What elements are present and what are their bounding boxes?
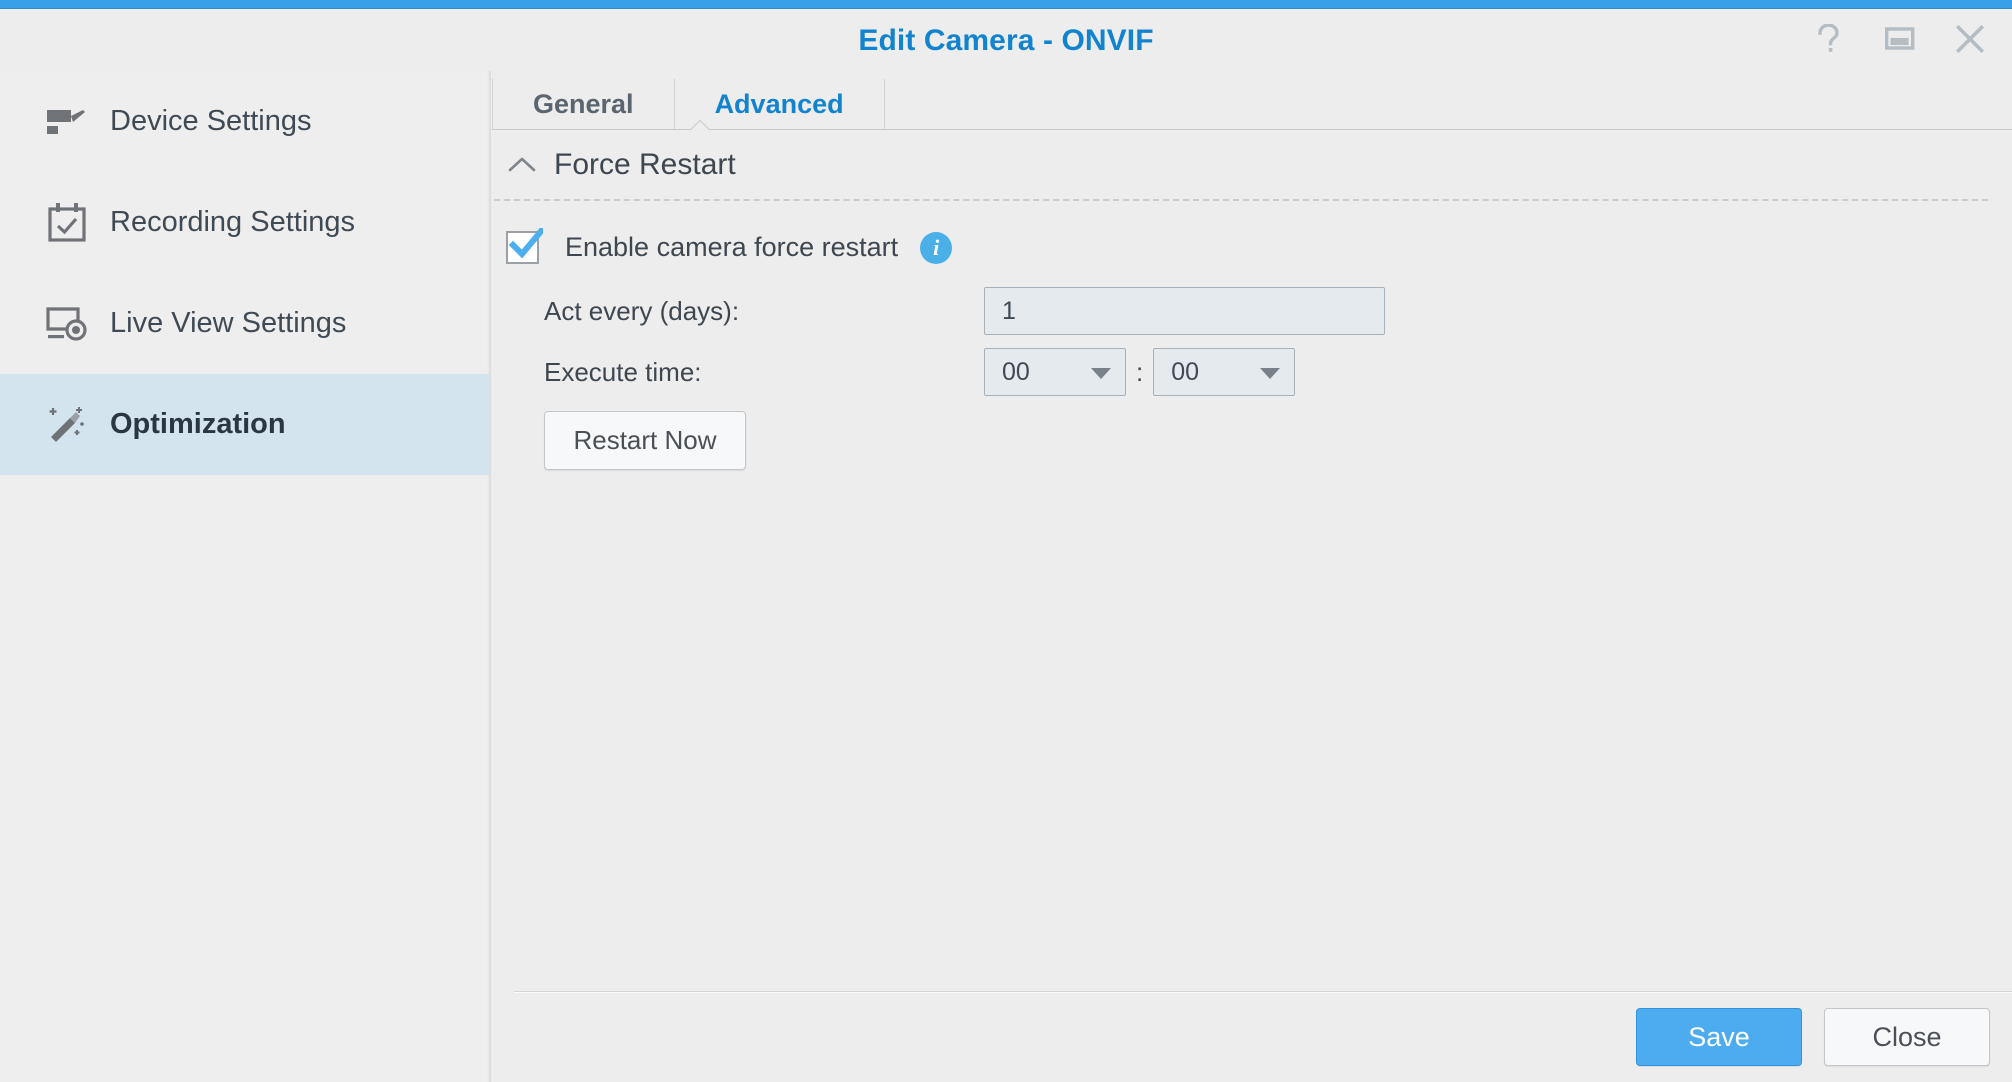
act-every-row: Act every (days): 1 [544, 287, 1385, 335]
execute-time-label: Execute time: [544, 356, 702, 387]
enable-force-restart-checkbox[interactable] [506, 228, 543, 264]
chevron-up-icon [504, 147, 540, 183]
chevron-down-icon [1260, 368, 1281, 379]
close-icon[interactable] [1950, 19, 1990, 59]
force-restart-section-header[interactable]: Force Restart [492, 147, 1990, 183]
tab-general[interactable]: General [492, 79, 674, 129]
tab-label: General [533, 88, 634, 119]
content-panel: General Advanced Force Restart Enable ca… [492, 71, 2012, 1082]
section-divider [494, 199, 1988, 201]
magic-wand-icon [44, 402, 90, 448]
sidebar-item-device-settings[interactable]: Device Settings [0, 71, 490, 172]
tab-bar-rule [492, 129, 2012, 130]
chevron-down-icon [1091, 368, 1111, 379]
restart-now-button[interactable]: Restart Now [544, 411, 746, 470]
sidebar-item-label: Live View Settings [110, 307, 347, 339]
close-button[interactable]: Close [1824, 1008, 1990, 1066]
act-every-input[interactable]: 1 [984, 287, 1385, 335]
sidebar-item-label: Optimization [110, 408, 286, 440]
save-button[interactable]: Save [1636, 1008, 1802, 1066]
tab-bar: General Advanced [492, 71, 2012, 129]
info-icon[interactable]: i [920, 231, 953, 264]
tab-label: Advanced [714, 88, 844, 119]
footer-actions: Save Close [1636, 1008, 1990, 1066]
act-every-label: Act every (days): [544, 295, 740, 326]
page-title: Edit Camera - ONVIF [858, 24, 1154, 57]
help-icon[interactable] [1810, 19, 1850, 59]
title-bar: Edit Camera - ONVIF [0, 9, 2012, 71]
enable-force-restart-row: Enable camera force restart i [506, 228, 953, 264]
footer-divider [514, 991, 2012, 992]
execute-time-row: Execute time: 00 : 00 [544, 348, 1296, 396]
edit-camera-dialog: Edit Camera - ONVIF Device Settings Reco… [0, 0, 2012, 1082]
sidebar-item-label: Recording Settings [110, 206, 356, 238]
sidebar-item-label: Device Settings [110, 105, 312, 137]
execute-minute-select[interactable]: 00 [1153, 348, 1296, 396]
window-accent-strip [0, 0, 2012, 9]
execute-hour-select[interactable]: 00 [984, 348, 1126, 396]
camera-icon [44, 99, 90, 145]
sidebar-item-recording-settings[interactable]: Recording Settings [0, 172, 490, 273]
execute-hour-value: 00 [1002, 357, 1030, 386]
enable-force-restart-label: Enable camera force restart [565, 232, 899, 262]
sidebar-item-optimization[interactable]: Optimization [0, 374, 490, 475]
sidebar: Device Settings Recording Settings Live … [0, 71, 491, 1082]
section-title: Force Restart [554, 148, 736, 181]
window-controls [1810, 19, 1990, 59]
sidebar-item-live-view-settings[interactable]: Live View Settings [0, 273, 490, 374]
restore-icon[interactable] [1880, 19, 1920, 59]
active-tab-indicator [691, 119, 713, 130]
execute-minute-value: 00 [1171, 357, 1200, 386]
time-separator: : [1136, 356, 1144, 387]
calendar-check-icon [44, 200, 90, 246]
monitor-record-icon [44, 301, 90, 347]
